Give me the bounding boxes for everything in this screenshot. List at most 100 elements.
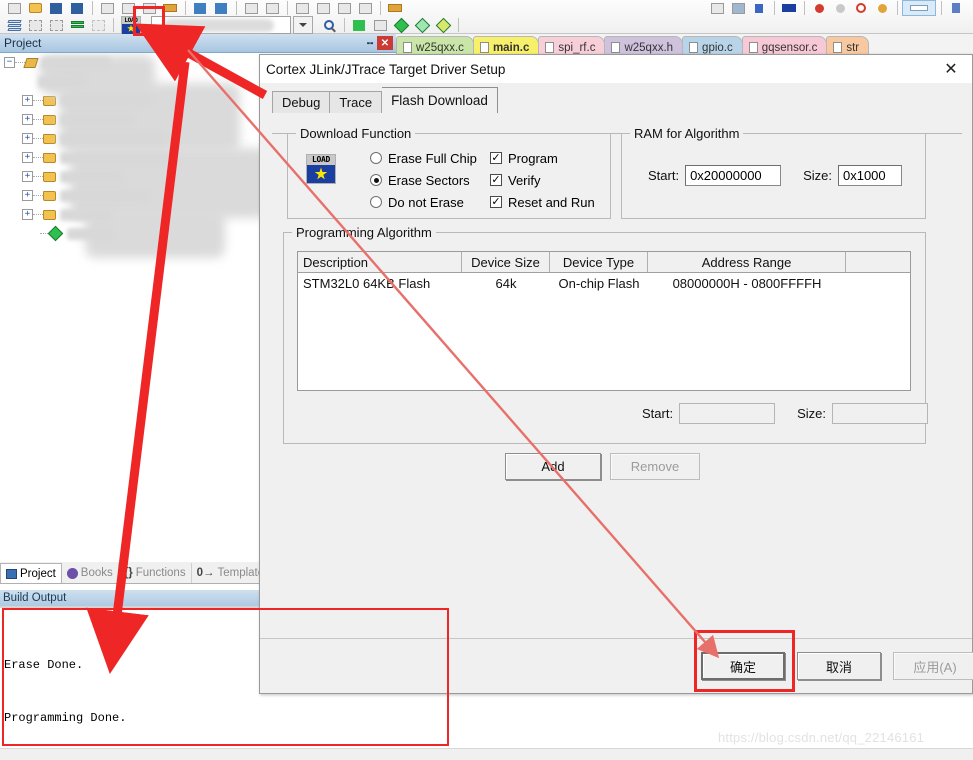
toolbar-separator — [897, 1, 898, 15]
algorithm-start-input[interactable] — [679, 403, 776, 424]
disable-all-breakpoints-icon[interactable] — [872, 0, 892, 16]
debug-start-icon[interactable] — [779, 0, 799, 16]
insert-icon[interactable] — [749, 0, 769, 16]
checkbox-reset-and-run-label: Reset and Run — [508, 194, 595, 210]
ok-button[interactable]: 确定 — [701, 652, 785, 680]
translate-icon[interactable] — [4, 17, 24, 33]
bookmark-toggle-icon[interactable] — [241, 0, 261, 16]
target-combo-arrow[interactable] — [293, 16, 313, 34]
close-icon[interactable]: ✕ — [936, 56, 966, 82]
column-header-blank — [846, 252, 910, 272]
window-icon[interactable] — [707, 0, 727, 16]
uncomment-icon[interactable] — [355, 0, 375, 16]
new-icon[interactable] — [4, 0, 24, 16]
ram-start-input[interactable]: 0x20000000 — [685, 165, 782, 186]
cell-device-size: 64k — [495, 276, 517, 291]
checkbox-verify[interactable]: ✓ Verify — [490, 169, 595, 191]
tree-expander-icon[interactable]: + — [22, 190, 33, 201]
cancel-button[interactable]: 取消 — [797, 652, 881, 680]
project-tree[interactable]: − + + + + + + + — [0, 53, 260, 558]
target-combo[interactable] — [151, 16, 291, 34]
file-icon — [479, 42, 489, 53]
save-icon[interactable] — [46, 0, 66, 16]
kill-breakpoints-icon[interactable] — [851, 0, 871, 16]
tree-expander-icon[interactable]: + — [22, 209, 33, 220]
build-icon[interactable] — [25, 17, 45, 33]
editor-tab-label: str — [846, 41, 860, 54]
stop-build-icon[interactable] — [88, 17, 108, 33]
open-icon[interactable] — [25, 0, 45, 16]
table-row[interactable]: STM32L0 64KB Flash 64k On-chip Flash 080… — [298, 273, 910, 294]
add-button-label: Add — [541, 459, 565, 474]
template-icon: 0→ — [196, 567, 215, 579]
tree-expander-icon[interactable]: + — [22, 133, 33, 144]
folder-icon — [43, 190, 56, 201]
batch-build-icon[interactable] — [67, 17, 87, 33]
save-all-icon[interactable] — [67, 0, 87, 16]
radio-do-not-erase[interactable]: Do not Erase — [370, 191, 477, 213]
tab-flash-download[interactable]: Flash Download — [382, 87, 498, 113]
toolbar-separator — [941, 1, 942, 15]
comment-icon[interactable] — [334, 0, 354, 16]
cell-address-range: 08000000H - 0800FFFFH — [672, 276, 822, 291]
windows-icon[interactable] — [370, 17, 390, 33]
download-function-legend: Download Function — [296, 126, 416, 141]
cut-icon[interactable] — [97, 0, 117, 16]
tab-debug[interactable]: Debug — [272, 91, 331, 113]
bookmark-next-icon[interactable] — [262, 0, 282, 16]
editor-tab-label: main.c — [492, 41, 530, 54]
memory-window-icon[interactable] — [946, 0, 966, 16]
pack-icon[interactable] — [412, 17, 432, 33]
programming-algorithm-group: Programming Algorithm Description Device… — [283, 225, 928, 444]
build-output-log[interactable]: Erase Done. Programming Done. Verify OK.… — [0, 606, 260, 760]
pin-icon[interactable]: ╍ — [363, 36, 377, 50]
watermark: https://blog.csdn.net/qq_22146161 — [718, 730, 925, 745]
ram-size-input[interactable]: 0x1000 — [837, 165, 902, 186]
editor-tab-label: gpio.c — [702, 41, 733, 54]
radio-erase-full-chip[interactable]: Erase Full Chip — [370, 147, 477, 169]
rebuild-icon[interactable] — [46, 17, 66, 33]
tree-expander-icon[interactable]: − — [4, 57, 15, 68]
tree-expander-icon[interactable]: + — [22, 152, 33, 163]
pack-installer-icon[interactable] — [391, 17, 411, 33]
folder-icon — [43, 152, 56, 163]
checkbox-icon-checked: ✓ — [490, 173, 502, 186]
command-window-icon[interactable] — [902, 0, 936, 16]
tree-expander-icon[interactable]: + — [22, 114, 33, 125]
file-icon — [545, 42, 555, 53]
ram-size-label: Size: — [803, 168, 832, 183]
load-button-highlight-box — [133, 6, 165, 36]
breakpoint-icon[interactable] — [809, 0, 829, 16]
tab-functions[interactable]: {} Functions — [119, 563, 192, 583]
tab-books[interactable]: Books — [62, 563, 119, 583]
add-button[interactable]: Add — [505, 453, 601, 480]
tree-expander-icon[interactable]: + — [22, 95, 33, 106]
navigate-forward-icon[interactable] — [211, 0, 231, 16]
braces-icon: {} — [123, 567, 133, 579]
cell-blank — [846, 273, 910, 294]
tab-project[interactable]: Project — [0, 563, 62, 583]
manage-project-items-icon[interactable] — [349, 17, 369, 33]
options-icon[interactable] — [385, 0, 405, 16]
debug-window-icon[interactable] — [728, 0, 748, 16]
dialog-title: Cortex JLink/JTrace Target Driver Setup — [266, 61, 506, 77]
checkbox-reset-and-run[interactable]: ✓ Reset and Run — [490, 191, 595, 213]
table-header-row: Description Device Size Device Type Addr… — [298, 252, 910, 273]
programming-algorithm-table[interactable]: Description Device Size Device Type Addr… — [297, 251, 911, 391]
indent-icon[interactable] — [292, 0, 312, 16]
outdent-icon[interactable] — [313, 0, 333, 16]
checkbox-program[interactable]: ✓ Program — [490, 147, 595, 169]
project-panel-title: Project — [4, 36, 42, 50]
manage-run-time-icon[interactable] — [433, 17, 453, 33]
target-driver-setup-dialog: Cortex JLink/JTrace Target Driver Setup … — [259, 54, 973, 694]
navigate-back-icon[interactable] — [190, 0, 210, 16]
tree-expander-icon[interactable]: + — [22, 171, 33, 182]
tab-trace[interactable]: Trace — [330, 91, 383, 113]
folder-icon — [43, 95, 56, 106]
configure-target-icon[interactable] — [319, 17, 339, 33]
folder-icon — [43, 171, 56, 182]
disable-breakpoint-icon[interactable] — [830, 0, 850, 16]
algorithm-size-input[interactable] — [831, 403, 928, 424]
close-icon[interactable]: ✕ — [377, 36, 393, 50]
radio-erase-sectors[interactable]: Erase Sectors — [370, 169, 477, 191]
